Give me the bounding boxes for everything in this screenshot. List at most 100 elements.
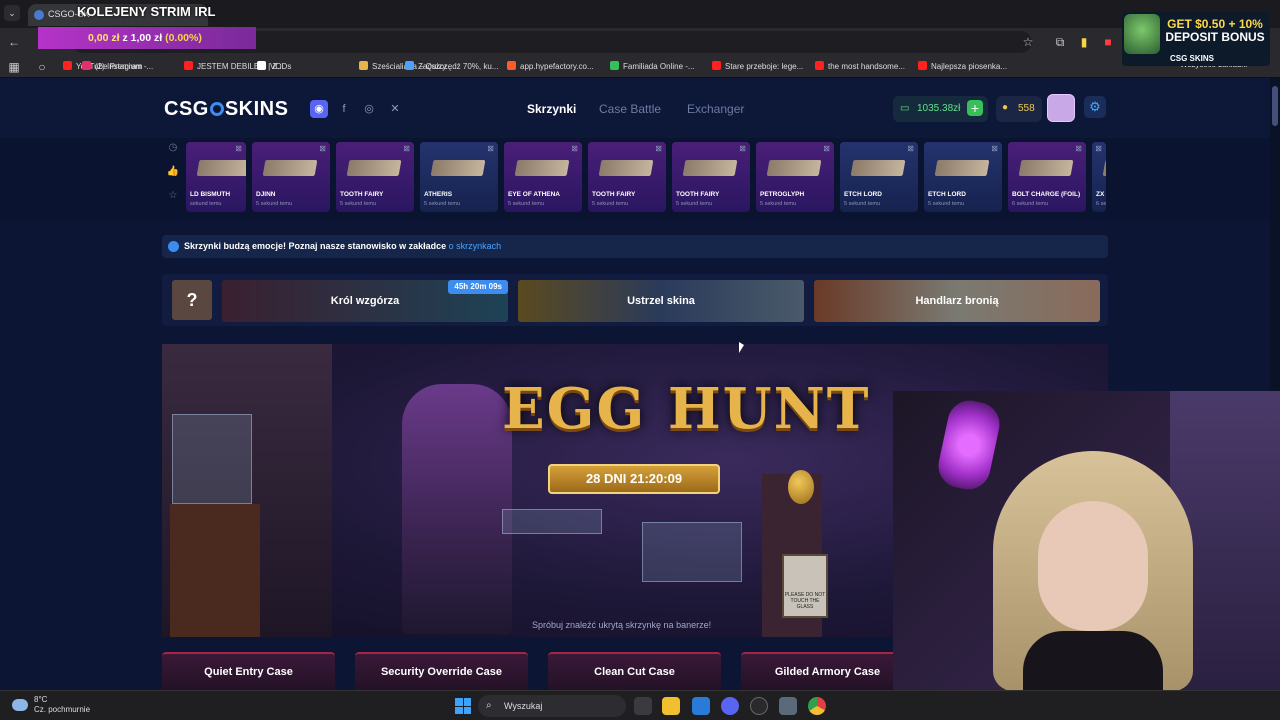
settings-gear-icon[interactable]: ⚙	[1084, 96, 1106, 118]
case-icon: ⊠	[487, 144, 494, 153]
live-drop-card[interactable]: ⊠ TOOTH FAIRY 5 sekund temu	[672, 142, 750, 212]
site-logo[interactable]: CSG SKINS	[164, 98, 288, 121]
hero-character	[402, 384, 512, 634]
bookmark-favicon-icon	[712, 61, 721, 70]
live-drop-card[interactable]: ⊠ EYE OF ATHENA 5 sekund temu	[504, 142, 582, 212]
facebook-icon[interactable]: f	[335, 100, 353, 118]
add-funds-button[interactable]: +	[967, 100, 983, 116]
coins-value: 558	[1018, 103, 1035, 114]
wallet-icon: ▭	[900, 103, 910, 114]
mouse-cursor	[739, 342, 744, 353]
task-view-icon[interactable]	[634, 697, 652, 715]
weather-widget[interactable]: 8°C Cz. pochmurnie	[34, 695, 90, 715]
bookmark-label: Zaoszczędź 70%, ku...	[418, 62, 499, 71]
discord-taskbar-icon[interactable]	[721, 697, 739, 715]
settings-taskbar-icon[interactable]	[779, 697, 797, 715]
case-card-gilded-armory[interactable]: Gilded Armory Case	[741, 652, 914, 690]
promo-handlarz-bronia[interactable]: Handlarz bronią	[814, 280, 1100, 322]
case-card-security-override[interactable]: Security Override Case	[355, 652, 528, 690]
bookmark-item[interactable]: Zaoszczędź 70%, ku...	[405, 61, 498, 71]
case-card-quiet-entry[interactable]: Quiet Entry Case	[162, 652, 335, 690]
x-twitter-icon[interactable]: ✕	[386, 100, 404, 118]
goal-percent: (0.00%)	[165, 32, 202, 44]
discord-icon[interactable]: ◉	[310, 100, 328, 118]
bookmark-item[interactable]: app.hypefactory.co...	[507, 61, 594, 71]
windows-taskbar: 8°C Cz. pochmurnie ⌕ Wyszukaj	[0, 690, 1280, 720]
promo-krol-wzgorza[interactable]: Król wzgórza 45h 20m 09s	[222, 280, 508, 322]
bookmark-circle-icon[interactable]: ○	[34, 59, 50, 75]
nav-tab-case-battle[interactable]: Case Battle	[599, 102, 661, 116]
search-icon: ⌕	[486, 700, 492, 711]
avatar[interactable]	[1047, 94, 1075, 122]
case-icon: ⊠	[991, 144, 998, 153]
drop-name: BOLT CHARGE (FOIL)	[1012, 191, 1081, 198]
back-arrow-icon[interactable]: ←	[6, 34, 22, 50]
taskbar-search[interactable]: ⌕ Wyszukaj	[478, 695, 626, 717]
file-explorer-icon[interactable]	[662, 697, 680, 715]
bookmark-label: VODs	[270, 62, 292, 71]
microphone-icon	[934, 396, 1004, 494]
instagram-icon[interactable]: ◎	[360, 100, 378, 118]
obs-icon[interactable]	[750, 697, 768, 715]
chrome-icon[interactable]	[808, 697, 826, 715]
bookmark-item[interactable]: VODs	[257, 61, 291, 71]
bookmark-star-icon[interactable]: ☆	[1020, 34, 1036, 50]
notice-link[interactable]: o skrzynkach	[449, 241, 502, 251]
logo-right: SKINS	[224, 98, 289, 120]
bookmark-item[interactable]: (2) Instagram	[82, 61, 143, 71]
live-drop-card[interactable]: ⊠ BOLT CHARGE (FOIL) 6 sekund temu	[1008, 142, 1086, 212]
apps-grid-icon[interactable]: ▦	[6, 59, 22, 75]
tab-list-chevron-icon[interactable]: ⌄	[4, 5, 20, 21]
extensions-icon[interactable]: ⧉	[1052, 34, 1068, 50]
bookmark-item[interactable]: Najlepsza piosenka...	[918, 61, 1007, 71]
bookmark-item[interactable]: Stare przeboje: lege...	[712, 61, 803, 71]
nav-tab-exchanger[interactable]: Exchanger	[687, 102, 744, 116]
case-icon: ⊠	[571, 144, 578, 153]
goal-target: 1,00 zł	[130, 32, 163, 44]
store-icon[interactable]	[692, 697, 710, 715]
nav-tab-skrzynki[interactable]: Skrzynki	[527, 102, 576, 116]
live-drop-card[interactable]: ⊠ ATHERIS 5 sekund temu	[420, 142, 498, 212]
tab-favicon-icon	[34, 10, 44, 20]
drop-time: 6 sekund temu	[1012, 201, 1049, 207]
live-drop-card[interactable]: ⊠ TOOTH FAIRY 5 sekund temu	[336, 142, 414, 212]
case-icon: ⊠	[319, 144, 326, 153]
weather-cloud-icon	[12, 699, 28, 711]
case-icon: ⊠	[823, 144, 830, 153]
top-thumb-icon[interactable]: 👍	[164, 166, 182, 190]
live-filter-icons: ◷ 👍 ☆	[164, 142, 182, 212]
drop-name: ZX S	[1096, 191, 1106, 198]
info-icon	[168, 241, 179, 252]
recent-clock-icon[interactable]: ◷	[164, 142, 182, 166]
live-drop-card[interactable]: ⊠ TOOTH FAIRY 5 sekund temu	[588, 142, 666, 212]
coins-counter[interactable]: ● 558	[996, 96, 1042, 122]
weapon-skin-icon	[934, 160, 990, 176]
live-drop-card[interactable]: ⊠ PETROGLYPH 5 sekund temu	[756, 142, 834, 212]
extension-red-icon[interactable]: ■	[1100, 34, 1116, 50]
drop-name: LD BISMUTH	[190, 191, 231, 198]
live-drop-card[interactable]: ⊠ DJINN 5 sekund temu	[252, 142, 330, 212]
live-drop-card[interactable]: ⊠ LD BISMUTH sekund temu	[186, 142, 246, 212]
windows-start-icon[interactable]	[455, 698, 471, 714]
favorite-star-icon[interactable]: ☆	[164, 190, 182, 214]
promo-ustrzel-skina[interactable]: Ustrzel skina	[518, 280, 804, 322]
case-icon: ⊠	[403, 144, 410, 153]
drop-time: 5 sekund temu	[592, 201, 629, 207]
deposit-bonus-ad[interactable]: GET $0.50 + 10% DEPOSIT BONUS CSG SKINS	[1122, 12, 1270, 66]
sign-text: PLEASE DO NOT TOUCH THE GLASS	[784, 592, 826, 610]
bookmark-item[interactable]: Familiada Online -...	[610, 61, 695, 71]
glass-case-center	[502, 509, 602, 534]
extension-yellow-icon[interactable]: ▮	[1076, 34, 1092, 50]
weapon-skin-icon	[682, 160, 738, 176]
browser-tab-strip: ⌄ CSGO-SK KOLEJENY STRIM IRL	[0, 0, 1280, 28]
live-drop-card[interactable]: ⊠ ETCH LORD 5 sekund temu	[840, 142, 918, 212]
live-drop-card[interactable]: ⊠ ZX S 6 se	[1092, 142, 1106, 212]
mystery-box-icon[interactable]: ?	[172, 280, 212, 320]
ad-headline: GET $0.50 + 10% DEPOSIT BONUS	[1160, 18, 1270, 44]
drop-time: 6 se	[1096, 201, 1106, 207]
scrollbar-thumb[interactable]	[1272, 86, 1278, 126]
weapon-skin-icon	[1018, 160, 1074, 176]
case-card-clean-cut[interactable]: Clean Cut Case	[548, 652, 721, 690]
bookmark-item[interactable]: the most handsome...	[815, 61, 905, 71]
live-drop-card[interactable]: ⊠ ETCH LORD 5 sekund temu	[924, 142, 1002, 212]
